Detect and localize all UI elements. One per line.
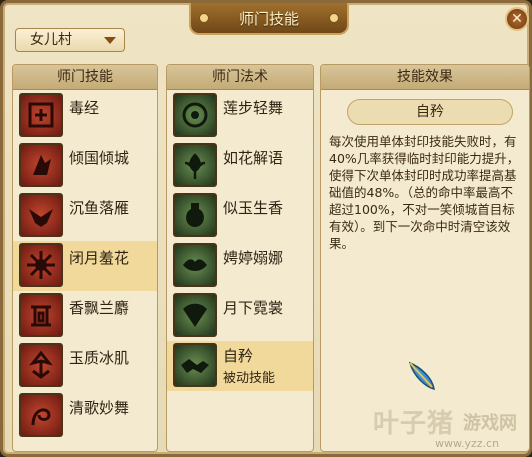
effect-panel-header: 技能效果 [321, 65, 529, 90]
lips-icon [173, 243, 217, 287]
goose-icon [19, 193, 63, 237]
skill-row-chenyu[interactable]: 沉鱼落雁 [13, 191, 157, 241]
skill-row-biyue[interactable]: 闭月羞花 [13, 241, 157, 291]
vase-icon [173, 193, 217, 237]
skill-label: 玉质冰肌 [69, 349, 130, 367]
fan-icon [173, 293, 217, 337]
skill-row-qingge[interactable]: 清歌妙舞 [13, 391, 157, 441]
title-ornament-right [329, 13, 339, 23]
spell-sub-label: 被动技能 [223, 371, 276, 386]
spell-row-pingting[interactable]: 娉婷嫋娜 [167, 241, 313, 291]
watermark-brand: 叶子猪 [373, 409, 455, 439]
spell-label: 自矜 [223, 347, 254, 365]
skill-row-qingguo[interactable]: 倾国倾城 [13, 141, 157, 191]
watermark-sub: 游戏网 [463, 413, 517, 434]
spells-panel-header: 师门法术 [167, 65, 313, 90]
spell-row-yuexia[interactable]: 月下霓裳 [167, 291, 313, 341]
handshake-icon [173, 343, 217, 387]
close-button[interactable]: ✕ [505, 7, 529, 31]
effect-description: 每次使用单体封印技能失败时，有40%几率获得临时封印能力提升，使得下次单体封印时… [329, 134, 520, 251]
window-title: 师门技能 [238, 9, 299, 28]
flower-icon [173, 143, 217, 187]
skills-panel: 师门技能 毒经 倾国倾城 沉鱼落雁 闭月羞花 香飘兰麝 玉质冰肌 清歌妙舞 [12, 64, 158, 452]
school-dropdown[interactable]: 女儿村 [15, 28, 125, 52]
spells-panel: 师门法术 莲步轻舞 如花解语 似玉生香 娉婷嫋娜 月下霓裳 自矜 被动技能 [166, 64, 314, 452]
skills-panel-header: 师门技能 [13, 65, 157, 90]
jade-icon [19, 343, 63, 387]
title-ornament-left [199, 13, 209, 23]
watermark-url: www.yzz.cn [435, 437, 500, 450]
skill-label: 香飘兰麝 [69, 299, 130, 317]
moon-flower-icon [19, 243, 63, 287]
spell-label: 似玉生香 [223, 199, 284, 217]
skill-row-poison[interactable]: 毒经 [13, 91, 157, 141]
effect-skill-name: 自矜 [347, 99, 513, 125]
spell-label: 月下霓裳 [223, 299, 284, 317]
close-icon: ✕ [511, 11, 523, 27]
title-bar: 师门技能 [189, 3, 349, 35]
spell-row-ruhua[interactable]: 如花解语 [167, 141, 313, 191]
dancer-icon [19, 143, 63, 187]
chevron-down-icon [104, 37, 116, 44]
lotus-step-icon [173, 93, 217, 137]
skill-label: 毒经 [69, 99, 100, 117]
skill-label: 闭月羞花 [69, 249, 130, 267]
skill-row-yuzhi[interactable]: 玉质冰肌 [13, 341, 157, 391]
skills-window: 师门技能 ✕ 女儿村 师门技能 毒经 倾国倾城 沉鱼落雁 闭月羞花 香飘兰麝 玉… [0, 0, 532, 457]
skill-label: 沉鱼落雁 [69, 199, 130, 217]
incense-icon [19, 293, 63, 337]
song-dance-icon [19, 393, 63, 437]
spell-row-zijin[interactable]: 自矜 被动技能 [167, 341, 313, 391]
school-dropdown-value: 女儿村 [30, 32, 72, 48]
spell-label: 娉婷嫋娜 [223, 249, 284, 267]
feather-cursor-icon [406, 359, 438, 397]
skill-row-xiangpiao[interactable]: 香飘兰麝 [13, 291, 157, 341]
spell-label: 如花解语 [223, 149, 284, 167]
spell-row-siyu[interactable]: 似玉生香 [167, 191, 313, 241]
skill-label: 清歌妙舞 [69, 399, 130, 417]
poison-scroll-icon [19, 93, 63, 137]
skill-label: 倾国倾城 [69, 149, 130, 167]
spell-label: 莲步轻舞 [223, 99, 284, 117]
spell-row-lianbu[interactable]: 莲步轻舞 [167, 91, 313, 141]
